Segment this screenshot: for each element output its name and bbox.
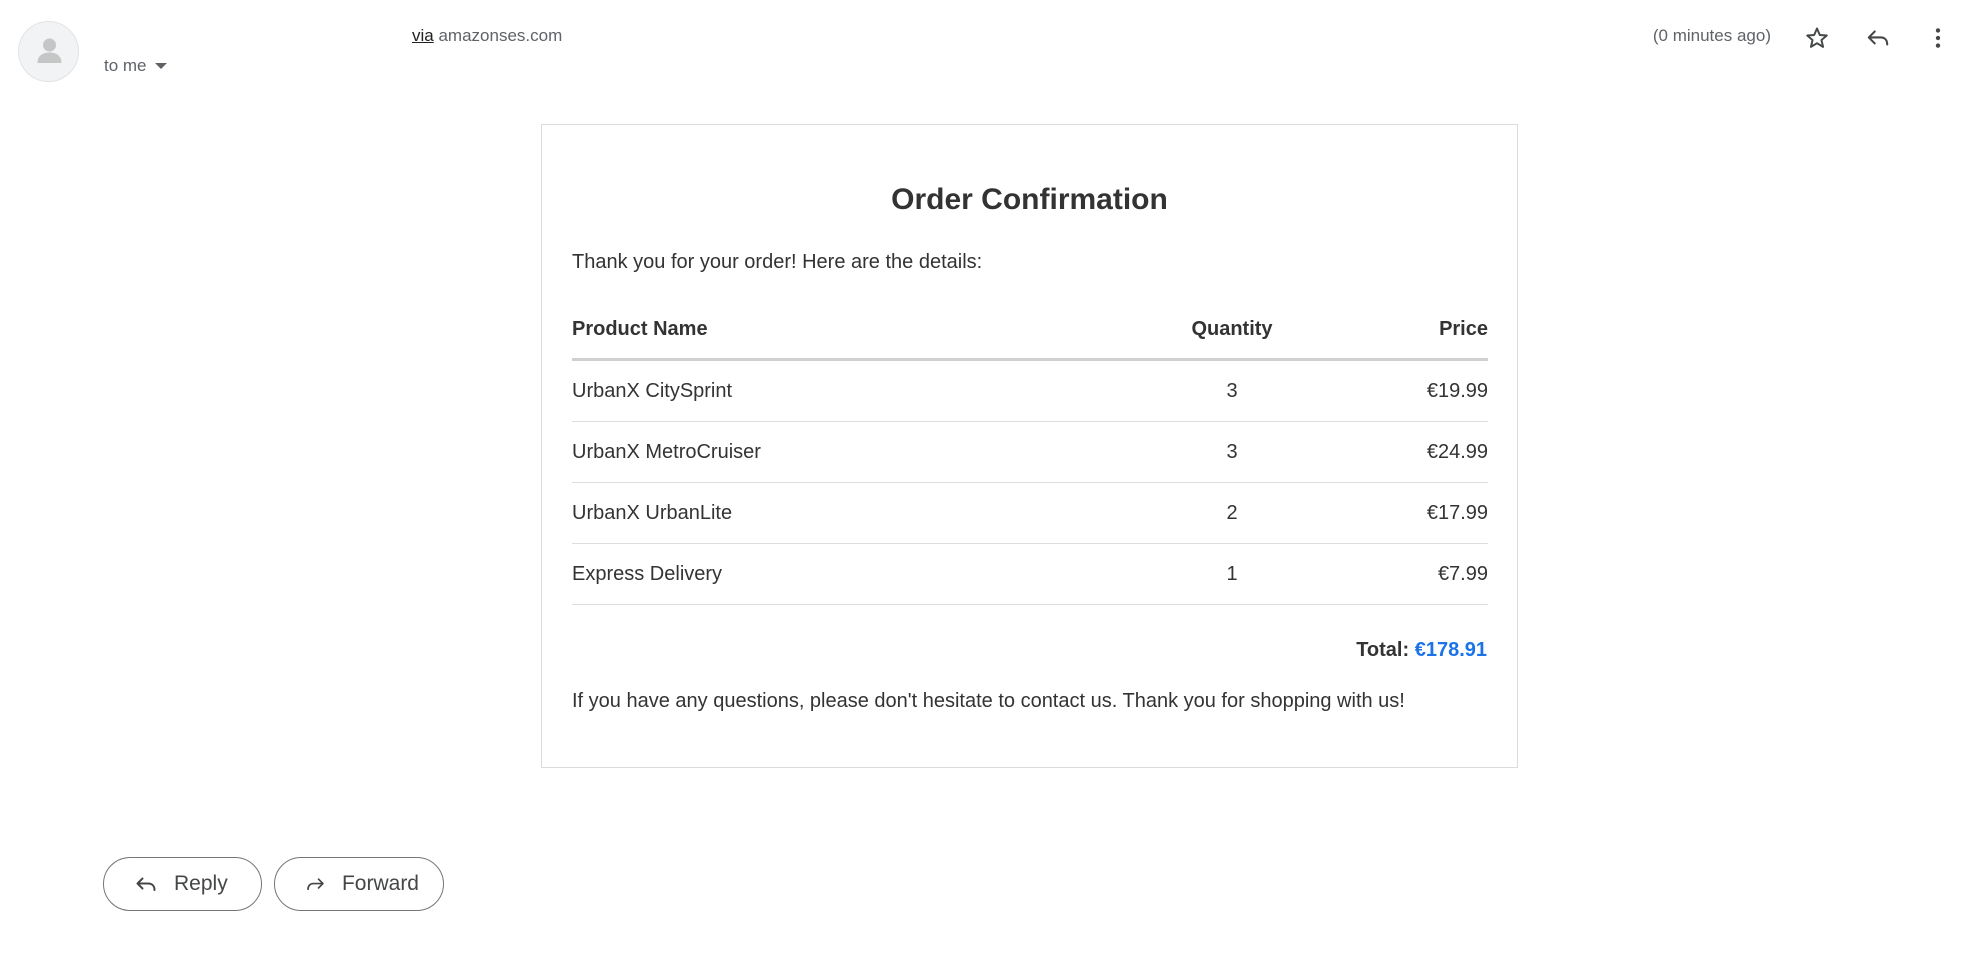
star-icon — [1806, 27, 1828, 48]
total-label: Total: — [1356, 639, 1410, 661]
email-timestamp: (0 minutes ago) — [1652, 26, 1771, 45]
quantity-cell: 3 — [1132, 421, 1332, 483]
email-view: to me via amazonses.com (0 minutes ago) … — [0, 0, 1963, 957]
price-cell: €17.99 — [1332, 482, 1488, 544]
price-cell: €7.99 — [1332, 543, 1488, 605]
table-row: UrbanX CitySprint 3 €19.99 — [572, 359, 1488, 422]
reply-icon — [1867, 30, 1889, 46]
reply-button[interactable]: Reply — [103, 857, 262, 911]
product-name-cell: UrbanX MetroCruiser — [572, 421, 1132, 483]
product-name-cell: Express Delivery — [572, 543, 1132, 605]
forward-icon — [307, 878, 324, 891]
forward-button-label: Forward — [341, 872, 419, 895]
reply-header-button[interactable] — [1858, 18, 1898, 58]
quantity-cell: 1 — [1132, 543, 1332, 605]
forward-button[interactable]: Forward — [274, 857, 444, 911]
order-total: Total: €178.91 — [572, 639, 1487, 662]
email-body-card: Order Confirmation Thank you for your or… — [541, 124, 1518, 768]
table-row: UrbanX MetroCruiser 3 €24.99 — [572, 421, 1488, 483]
more-vertical-icon — [1935, 28, 1941, 48]
caret-down-icon — [154, 63, 167, 69]
reply-button-label: Reply — [174, 872, 228, 895]
product-name-cell: UrbanX UrbanLite — [572, 482, 1132, 544]
header-quantity: Quantity — [1132, 300, 1332, 361]
table-row: UrbanX UrbanLite 2 €17.99 — [572, 482, 1488, 544]
price-cell: €24.99 — [1332, 421, 1488, 483]
reply-icon — [136, 877, 156, 891]
table-row: Express Delivery 1 €7.99 — [572, 543, 1488, 605]
via-domain: amazonses.com — [438, 26, 563, 45]
header-price: Price — [1332, 300, 1488, 361]
email-title: Order Confirmation — [891, 183, 1168, 216]
quantity-cell: 2 — [1132, 482, 1332, 544]
email-intro: Thank you for your order! Here are the d… — [572, 251, 983, 273]
more-options-button[interactable] — [1918, 18, 1958, 58]
recipient-dropdown[interactable]: to me — [104, 56, 167, 76]
recipient-label: to me — [104, 56, 147, 75]
quantity-cell: 3 — [1132, 359, 1332, 422]
order-table: Product Name Quantity Price UrbanX CityS… — [572, 300, 1488, 605]
via-link[interactable]: via — [412, 26, 434, 45]
sender-via: via amazonses.com — [412, 26, 562, 46]
total-amount: €178.91 — [1414, 639, 1487, 661]
star-button[interactable] — [1797, 18, 1837, 58]
product-name-cell: UrbanX CitySprint — [572, 359, 1132, 422]
person-icon — [37, 38, 62, 63]
sender-avatar[interactable] — [18, 21, 79, 82]
table-header-row: Product Name Quantity Price — [572, 300, 1488, 361]
email-closing: If you have any questions, please don't … — [572, 690, 1405, 712]
price-cell: €19.99 — [1332, 359, 1488, 422]
header-product-name: Product Name — [572, 300, 1132, 361]
